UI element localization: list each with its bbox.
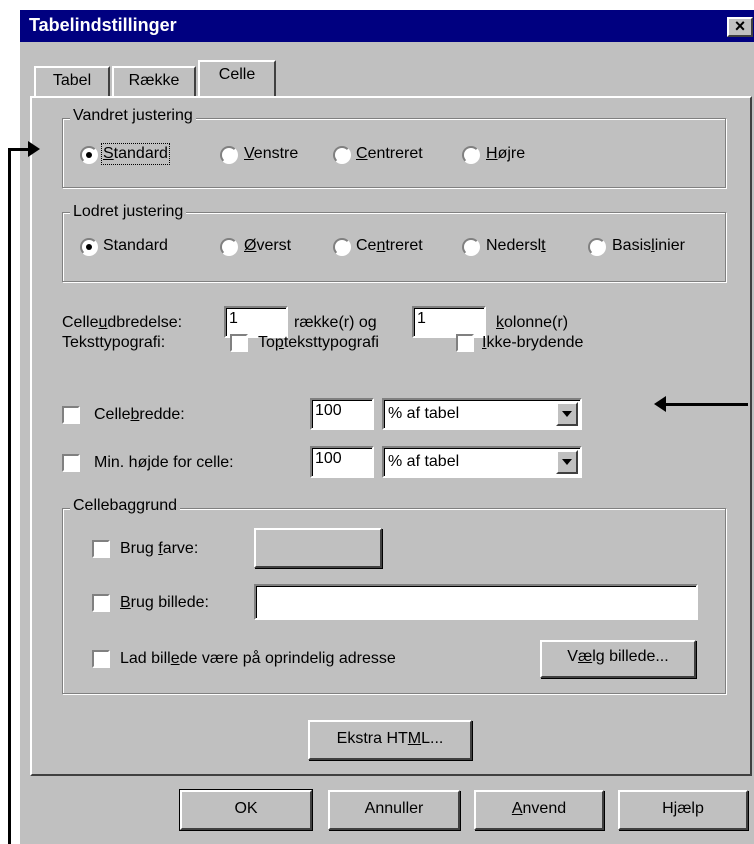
use-image-checkbox[interactable]: [92, 594, 110, 612]
v-align-baseline-label: Basislinier: [612, 237, 685, 254]
header-style-checkbox[interactable]: [230, 334, 248, 352]
cell-width-unit-select[interactable]: % af tabel: [382, 398, 582, 430]
nowrap-checkbox[interactable]: [456, 334, 474, 352]
annotation-line-right: [666, 403, 748, 406]
image-path-input[interactable]: [254, 584, 698, 620]
apply-button[interactable]: Anvend: [474, 790, 604, 830]
tab-raekke[interactable]: Række: [112, 66, 196, 96]
header-style-label: Topteksttypografi: [258, 334, 379, 351]
tab-celle[interactable]: Celle: [198, 60, 276, 96]
v-align-baseline-radio[interactable]: [588, 238, 606, 256]
min-height-label: Min. højde for celle:: [94, 454, 234, 471]
h-align-center-label: Centreret: [356, 145, 423, 162]
annotation-line-vertical: [8, 148, 11, 844]
choose-image-button[interactable]: Vælg billede...: [540, 640, 696, 678]
v-align-standard-radio[interactable]: [80, 238, 98, 256]
h-align-left-radio[interactable]: [220, 146, 238, 164]
v-align-top-radio[interactable]: [220, 238, 238, 256]
cell-background-legend: Cellebaggrund: [70, 497, 181, 515]
use-color-checkbox[interactable]: [92, 540, 110, 558]
use-color-label: Brug farve:: [120, 540, 199, 557]
arrow-left-icon: [654, 396, 666, 412]
cell-width-unit-value: % af tabel: [388, 405, 460, 422]
tab-tabel[interactable]: Tabel: [34, 66, 110, 96]
help-button[interactable]: Hjælp: [618, 790, 748, 830]
dialog-title: Tabelindstillinger: [29, 15, 177, 35]
vertical-alignment-legend: Lodret justering: [70, 203, 187, 221]
nowrap-label: Ikke-brydende: [482, 334, 584, 351]
cell-width-input[interactable]: 100: [310, 398, 374, 430]
cell-span-label: Celleudbredelse:: [62, 314, 183, 331]
chevron-down-icon[interactable]: [556, 450, 578, 474]
min-height-unit-select[interactable]: % af tabel: [382, 446, 582, 478]
ok-button[interactable]: OK: [179, 789, 313, 831]
cancel-button[interactable]: Annuller: [328, 790, 460, 830]
v-align-center-radio[interactable]: [333, 238, 351, 256]
v-align-bottom-label: Nederslt: [486, 237, 546, 254]
min-height-input[interactable]: 100: [310, 446, 374, 478]
cols-span-label: kolonne(r): [496, 314, 569, 331]
tab-celle-label: Celle: [218, 66, 256, 83]
close-icon: ×: [734, 16, 746, 36]
h-align-standard-radio[interactable]: [80, 146, 98, 164]
keep-original-label: Lad billede være på oprindelig adresse: [120, 650, 396, 667]
cell-width-label: Cellebredde:: [94, 406, 185, 423]
v-align-center-label: Centreret: [356, 237, 423, 254]
text-style-label-text: Teksttypografi:: [62, 334, 166, 351]
extra-html-button[interactable]: Ekstra HTML...: [308, 720, 472, 760]
tab-raekke-label: Række: [128, 72, 180, 89]
v-align-standard-label: Standard: [103, 237, 168, 254]
min-height-checkbox[interactable]: [62, 454, 80, 472]
v-align-top-label: Øverst: [244, 237, 292, 254]
color-picker-button[interactable]: [254, 528, 382, 568]
cols-span-input[interactable]: 1: [412, 306, 486, 338]
use-image-label: Brug billede:: [120, 594, 209, 611]
horizontal-alignment-legend: Vandret justering: [70, 107, 196, 125]
tab-tabel-label: Tabel: [52, 72, 92, 89]
h-align-right-radio[interactable]: [462, 146, 480, 164]
arrow-right-icon: [28, 141, 40, 157]
cell-width-checkbox[interactable]: [62, 406, 80, 424]
h-align-right-label: Højre: [486, 145, 526, 162]
rows-span-label: række(r) og: [294, 314, 377, 331]
h-align-standard-label: Standard: [101, 143, 170, 165]
annotation-line-horizontal: [8, 148, 30, 151]
v-align-bottom-radio[interactable]: [462, 238, 480, 256]
close-button[interactable]: ×: [727, 17, 753, 37]
keep-original-checkbox[interactable]: [92, 650, 110, 668]
min-height-unit-value: % af tabel: [388, 453, 460, 470]
h-align-center-radio[interactable]: [333, 146, 351, 164]
h-align-left-label: Venstre: [244, 145, 299, 162]
chevron-down-icon[interactable]: [556, 402, 578, 426]
